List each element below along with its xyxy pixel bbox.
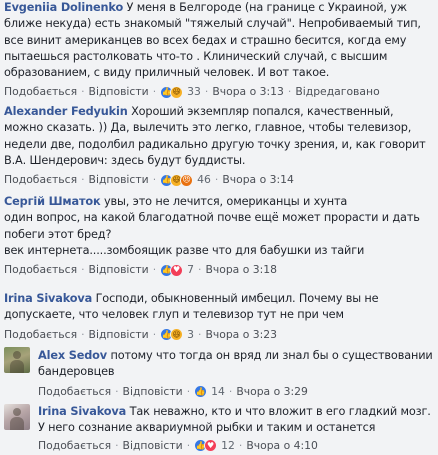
comment-body: Evgeniia Dolinenko У меня в Белгороде (н… <box>4 0 436 81</box>
comment-actions: Подобається · Відповісти · 👍 ♥ 7 · Вчора… <box>4 262 436 278</box>
reaction-count[interactable]: 33 <box>187 84 201 100</box>
separator-dot: · <box>115 384 119 398</box>
separator-dot: · <box>115 438 119 452</box>
reply-link[interactable]: Відповісти <box>123 384 183 400</box>
edited-label[interactable]: Відредаговано <box>295 84 379 100</box>
haha-icon: 😆 <box>170 328 184 342</box>
comment-author[interactable]: Alexander Fedyukin <box>4 105 128 118</box>
timestamp[interactable]: Вчора о 4:10 <box>246 438 318 454</box>
comment-reply: Irina Sivakova Так неважно, кто и что вл… <box>38 404 436 454</box>
comment-actions: Подобається · Відповісти · 👍 😆 33 · Вчор… <box>4 84 436 100</box>
avatar[interactable] <box>4 347 30 373</box>
comment-body: Сергій Шматок увы, это не лечится, омери… <box>4 194 436 259</box>
love-icon: ♥ <box>170 263 184 277</box>
separator-dot: · <box>186 438 191 452</box>
comment-author[interactable]: Irina Sivakova <box>38 405 126 418</box>
timestamp[interactable]: Вчора о 3:18 <box>205 262 277 278</box>
like-link[interactable]: Подобається <box>4 262 77 278</box>
separator-dot: · <box>152 173 157 187</box>
comment-body: Alexander Fedyukin Хороший экземпляр поп… <box>4 104 436 169</box>
separator-dot: · <box>204 85 209 99</box>
reactions-summary[interactable]: 👍 ♥ <box>160 263 184 277</box>
separator-dot: · <box>81 173 85 187</box>
reply-link[interactable]: Відповісти <box>89 172 149 188</box>
reaction-count[interactable]: 46 <box>197 172 211 188</box>
separator-dot: · <box>214 173 219 187</box>
reply-link[interactable]: Відповісти <box>123 438 183 454</box>
comment-actions: Подобається · Відповісти · 👍 14 · Вчора … <box>38 384 436 400</box>
timestamp[interactable]: Вчора о 3:13 <box>212 84 284 100</box>
reactions-summary[interactable]: 👍 <box>194 385 208 399</box>
like-link[interactable]: Подобається <box>4 327 77 343</box>
haha-icon: 😆 <box>170 85 184 99</box>
reaction-count[interactable]: 14 <box>211 384 225 400</box>
comment-actions: Подобається · Відповісти · 👍 😆 3 · Вчора… <box>4 327 436 343</box>
like-link[interactable]: Подобається <box>4 84 77 100</box>
comment-text-line: увы, это не лечится, омериканцы и хунта <box>103 195 348 208</box>
separator-dot: · <box>228 384 233 398</box>
like-link[interactable]: Подобається <box>4 172 77 188</box>
comment-author[interactable]: Evgeniia Dolinenko <box>4 1 123 14</box>
angry-icon: 😠 <box>180 173 194 187</box>
timestamp[interactable]: Вчора о 3:23 <box>205 327 277 343</box>
reply-link[interactable]: Відповісти <box>89 327 149 343</box>
reactions-summary[interactable]: 👍 😆 <box>160 328 184 342</box>
reply-link[interactable]: Відповісти <box>89 262 149 278</box>
comment-body: Irina Sivakova Господи, обыкновенный имб… <box>4 291 436 324</box>
comment-reply: Alex Sedov потому что тогда он вряд ли з… <box>38 348 436 400</box>
comment-actions: Подобається · Відповісти · 👍 😆 😠 46 · Вч… <box>4 172 436 188</box>
reply-link[interactable]: Відповісти <box>89 84 149 100</box>
separator-dot: · <box>81 327 85 341</box>
reactions-summary[interactable]: 👍 😆 😠 <box>160 173 194 187</box>
comment: Irina Sivakova Господи, обыкновенный имб… <box>4 291 436 343</box>
reaction-count[interactable]: 12 <box>221 438 235 454</box>
separator-dot: · <box>198 263 202 277</box>
separator-dot: · <box>152 327 157 341</box>
avatar[interactable] <box>4 404 30 430</box>
separator-dot: · <box>152 85 157 99</box>
separator-dot: · <box>81 263 85 277</box>
separator-dot: · <box>238 438 243 452</box>
comment-actions: Подобається · Відповісти · 👍 ♥ 12 · Вчор… <box>38 438 436 454</box>
like-link[interactable]: Подобається <box>38 384 111 400</box>
reaction-count[interactable]: 7 <box>187 262 194 278</box>
timestamp[interactable]: Вчора о 3:14 <box>222 172 294 188</box>
separator-dot: · <box>287 85 292 99</box>
reactions-summary[interactable]: 👍 ♥ <box>194 439 218 453</box>
reactions-summary[interactable]: 👍 😆 <box>160 85 184 99</box>
comment-author[interactable]: Alex Sedov <box>38 349 107 362</box>
comment-body: Alex Sedov потому что тогда он вряд ли з… <box>38 348 436 381</box>
comment-text-line: век интернета.....зомбоящик разве что дл… <box>4 243 365 257</box>
separator-dot: · <box>186 384 191 398</box>
like-icon: 👍 <box>194 385 208 399</box>
comment: Alexander Fedyukin Хороший экземпляр поп… <box>4 104 436 188</box>
comment: Сергій Шматок увы, это не лечится, омери… <box>4 194 436 278</box>
comment-text-line: один вопрос, на какой благодатной почве … <box>4 211 420 241</box>
comment: Evgeniia Dolinenko У меня в Белгороде (н… <box>4 0 436 100</box>
love-icon: ♥ <box>204 439 218 453</box>
comment-author[interactable]: Сергій Шматок <box>4 195 101 208</box>
timestamp[interactable]: Вчора о 3:29 <box>236 384 308 400</box>
comment-body: Irina Sivakova Так неважно, кто и что вл… <box>38 404 436 437</box>
like-link[interactable]: Подобається <box>38 438 111 454</box>
separator-dot: · <box>81 85 85 99</box>
comment-author[interactable]: Irina Sivakova <box>4 292 92 305</box>
reaction-count[interactable]: 3 <box>187 327 194 343</box>
separator-dot: · <box>152 263 157 277</box>
separator-dot: · <box>198 327 202 341</box>
